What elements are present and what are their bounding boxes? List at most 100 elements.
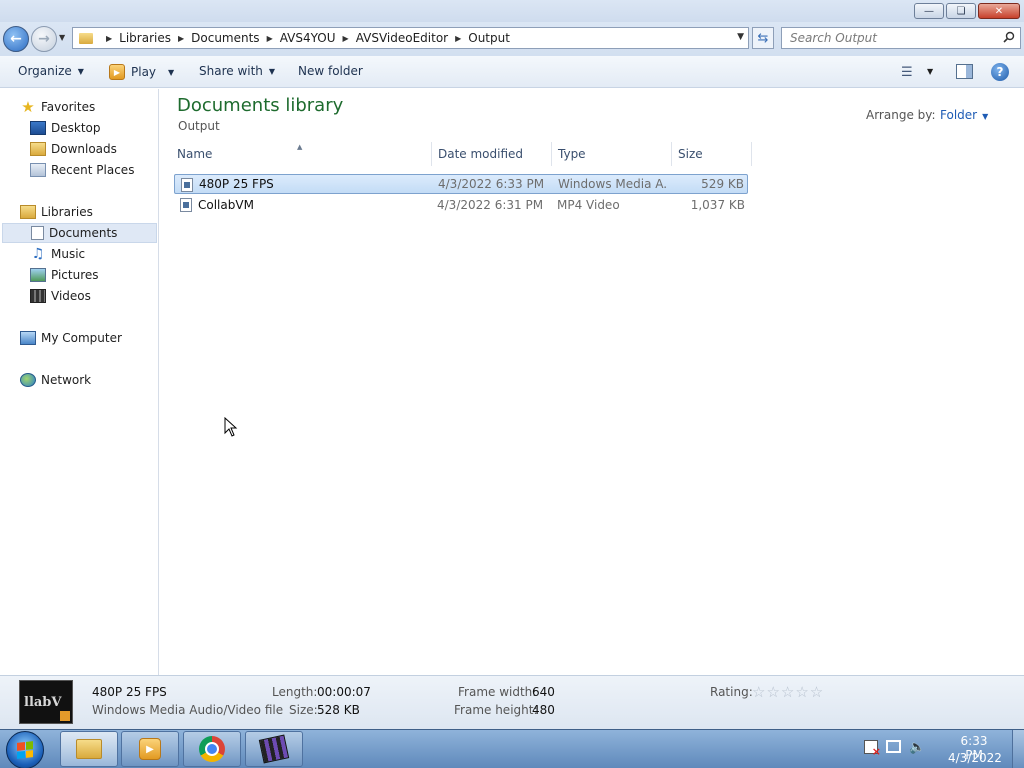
taskbar: ▶ 🔈 6:33 PM 4/3/2022 [0,729,1024,768]
explorer-icon [76,739,102,759]
column-header-name[interactable]: Name [171,142,432,166]
sidebar-item-music[interactable]: ♫ Music [30,244,85,264]
file-name: CollabVM [198,198,254,212]
taskbar-chrome-button[interactable] [183,731,241,767]
chevron-down-icon: ▼ [168,67,175,77]
file-date-modified: 4/3/2022 6:31 PM [437,198,544,212]
column-header-size[interactable]: Size [672,142,752,166]
forward-arrow-icon: → [38,31,50,47]
file-size: 1,037 KB [690,198,745,212]
breadcrumb-separator-icon[interactable]: ▶ [343,34,349,43]
sidebar-item-label: My Computer [41,331,122,345]
action-center-icon[interactable] [864,740,881,758]
search-input[interactable] [790,31,990,45]
sidebar-item-desktop[interactable]: Desktop [30,118,101,138]
network-status-icon[interactable] [886,740,901,753]
address-dropdown-icon[interactable]: ▼ [737,32,744,42]
chevron-down-icon: ▼ [982,112,989,121]
search-icon[interactable] [1003,31,1015,43]
breadcrumb-item[interactable]: Documents [191,31,259,45]
chrome-icon [199,736,225,762]
navigation-bar: ← → ▼ ▶ Libraries ▶ Documents ▶ AVS4YOU … [0,22,1024,56]
page-title: Documents library [177,95,344,116]
sidebar-item-libraries[interactable]: Libraries [20,202,93,222]
desktop-icon [30,121,46,135]
file-row[interactable]: CollabVM 4/3/2022 6:31 PM MP4 Video 1,03… [174,195,748,215]
minimize-icon: — [924,5,934,17]
organize-button[interactable]: Organize ▼ [18,64,84,78]
media-badge-icon [60,711,70,721]
sidebar-item-recent-places[interactable]: Recent Places [30,160,134,180]
share-with-label: Share with [199,64,263,78]
breadcrumb-item[interactable]: AVSVideoEditor [356,31,448,45]
length-value[interactable]: 00:00:07 [317,685,371,699]
sidebar-item-network[interactable]: Network [20,370,91,390]
film-strip-icon [258,734,290,764]
breadcrumb-separator-icon[interactable]: ▶ [455,34,461,43]
arrange-by-dropdown[interactable]: Folder ▼ [940,108,988,122]
chevron-down-icon: ▼ [77,66,84,76]
computer-icon [20,331,36,345]
title-bar: — ❏ ✕ [0,0,1024,22]
file-type: MP4 Video [557,198,620,212]
view-options-dropdown-icon[interactable]: ▼ [927,67,933,76]
sidebar-item-videos[interactable]: Videos [30,286,91,306]
restore-icon: ❏ [956,5,966,17]
address-bar[interactable]: ▶ Libraries ▶ Documents ▶ AVS4YOU ▶ AVSV… [72,27,749,49]
rating-stars[interactable]: ☆☆☆☆☆ [752,683,824,701]
minimize-button[interactable]: — [914,3,944,19]
volume-icon[interactable]: 🔈 [909,740,925,755]
breadcrumb-separator-icon[interactable]: ▶ [178,34,184,43]
taskbar-avs-video-editor-button[interactable] [245,731,303,767]
details-file-type: Windows Media Audio/Video file [92,703,284,717]
sidebar-item-pictures[interactable]: Pictures [30,265,99,285]
sidebar-item-label: Recent Places [51,163,135,177]
frame-height-value: 480 [532,703,555,717]
play-button[interactable]: ▶ Play ▼ [109,64,174,80]
details-pane: llabV 480P 25 FPS Windows Media Audio/Vi… [0,675,1024,729]
breadcrumb-item[interactable]: Libraries [119,31,171,45]
column-header-date-modified[interactable]: Date modified [432,142,552,166]
close-icon: ✕ [994,5,1004,17]
breadcrumb-item[interactable]: Output [468,31,510,45]
start-button[interactable] [6,731,44,768]
sidebar-item-label: Desktop [51,121,101,135]
change-view-icon[interactable]: ☰ [901,65,913,80]
sidebar-item-favorites[interactable]: ★ Favorites [20,97,95,117]
sidebar-item-downloads[interactable]: Downloads [30,139,117,159]
show-desktop-button[interactable] [1012,730,1024,768]
sidebar-item-label: Libraries [41,205,93,219]
taskbar-media-player-button[interactable]: ▶ [121,731,179,767]
share-with-button[interactable]: Share with ▼ [199,64,275,78]
sidebar-item-label: Favorites [41,100,96,114]
videos-icon [30,289,46,303]
page-subtitle: Output [178,119,220,133]
mp4-file-icon [180,198,192,212]
sidebar-item-documents[interactable]: Documents [2,223,157,243]
back-button[interactable]: ← [3,26,29,52]
preview-pane-icon[interactable] [956,64,973,79]
column-header-type[interactable]: Type [552,142,672,166]
close-button[interactable]: ✕ [978,3,1020,19]
new-folder-button[interactable]: New folder [298,64,363,78]
taskbar-explorer-button[interactable] [60,731,118,767]
sidebar-item-label: Documents [49,226,118,240]
mouse-cursor-icon [224,417,238,437]
forward-button[interactable]: → [31,26,57,52]
documents-icon [31,226,44,240]
file-name: 480P 25 FPS [199,177,274,191]
clock-date[interactable]: 4/3/2022 [948,751,1002,765]
search-box [781,27,1021,49]
pictures-icon [30,268,46,282]
windows-logo-icon [17,741,33,759]
maximize-button[interactable]: ❏ [946,3,976,19]
breadcrumb-item[interactable]: AVS4YOU [280,31,336,45]
help-icon[interactable]: ? [991,63,1009,81]
breadcrumb-separator-icon[interactable]: ▶ [267,34,273,43]
refresh-button[interactable]: ⇆ [752,27,774,49]
breadcrumb-separator-icon[interactable]: ▶ [106,34,112,43]
recent-pages-dropdown[interactable]: ▼ [59,33,65,42]
file-row[interactable]: 480P 25 FPS 4/3/2022 6:33 PM Windows Med… [174,174,748,194]
sidebar-item-my-computer[interactable]: My Computer [20,328,122,348]
video-thumbnail: llabV [19,680,73,724]
